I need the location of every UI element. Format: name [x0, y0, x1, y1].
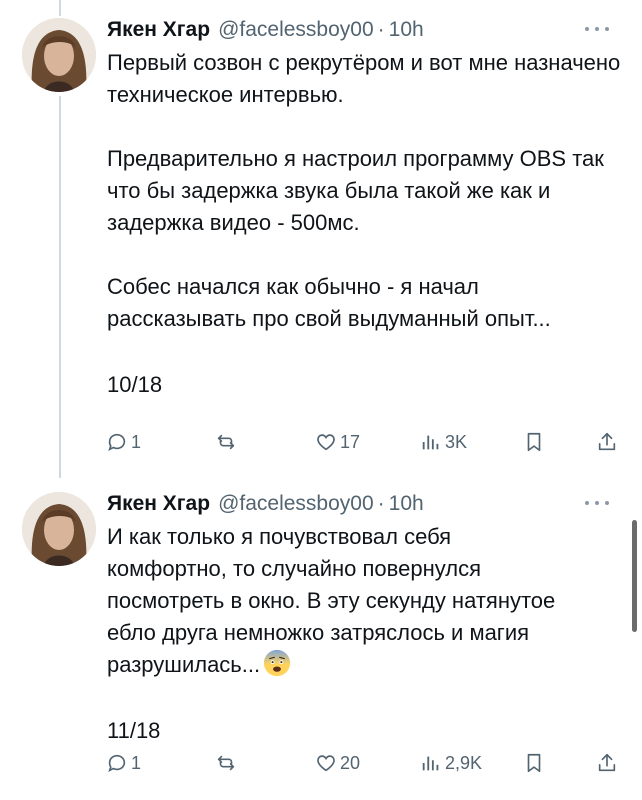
- thread-counter: 11/18: [107, 718, 161, 743]
- thread-counter: 10/18: [107, 372, 163, 397]
- fearful-face-emoji: [263, 649, 291, 677]
- share-icon: [598, 753, 616, 772]
- views-icon: [422, 435, 439, 450]
- like-count: 17: [340, 431, 361, 452]
- tweet-paragraph: Первый созвон с рекрутёром и вот мне наз…: [107, 50, 621, 107]
- timestamp[interactable]: 10h: [389, 492, 424, 516]
- tweet[interactable]: Якен Хгар @facelessboy00 · 10h И как тол…: [0, 478, 642, 800]
- action-bar: 1 20 2,9K: [0, 748, 642, 778]
- view-count: 3K: [445, 431, 468, 452]
- repost-button[interactable]: [214, 748, 241, 778]
- author-name[interactable]: Якен Хгар: [107, 18, 210, 42]
- separator-dot: ·: [377, 492, 385, 515]
- tweet-paragraph: Собес начался как обычно - я начал расск…: [107, 274, 551, 331]
- share-icon: [598, 432, 616, 451]
- tweet-text: Первый созвон с рекрутёром и вот мне наз…: [107, 47, 622, 335]
- views-button[interactable]: 2,9K: [420, 748, 482, 778]
- bookmark-button[interactable]: [524, 427, 544, 457]
- reply-count: 1: [131, 752, 142, 773]
- bookmark-icon: [527, 432, 541, 452]
- author-handle[interactable]: @facelessboy00: [218, 18, 374, 42]
- avatar[interactable]: [22, 18, 96, 92]
- tweet-paragraph: И как только я почувствовал себя комфорт…: [107, 524, 556, 677]
- action-bar: 1 17 3K: [0, 427, 642, 457]
- scrollbar[interactable]: [632, 520, 637, 632]
- views-button[interactable]: 3K: [420, 427, 467, 457]
- repost-icon: [217, 755, 235, 771]
- like-button[interactable]: 20: [315, 748, 360, 778]
- tweet[interactable]: Якен Хгар @facelessboy00 · 10h Первый со…: [0, 0, 642, 478]
- separator-dot: ·: [377, 18, 385, 41]
- like-button[interactable]: 17: [315, 427, 360, 457]
- repost-button[interactable]: [214, 427, 241, 457]
- author-handle[interactable]: @facelessboy00: [218, 492, 374, 516]
- like-icon: [317, 755, 335, 772]
- author-name[interactable]: Якен Хгар: [107, 492, 210, 516]
- tweet-paragraph: Предварительно я настроил программу OBS …: [107, 146, 604, 235]
- reply-button[interactable]: 1: [106, 748, 141, 778]
- repost-icon: [217, 434, 235, 450]
- views-icon: [422, 756, 439, 771]
- timestamp[interactable]: 10h: [389, 18, 424, 42]
- view-count: 2,9K: [445, 752, 483, 773]
- more-icon[interactable]: [582, 493, 612, 513]
- bookmark-icon: [527, 753, 541, 773]
- more-icon[interactable]: [582, 19, 612, 39]
- reply-icon: [108, 754, 126, 772]
- share-button[interactable]: [596, 427, 618, 457]
- like-icon: [317, 434, 335, 451]
- share-button[interactable]: [596, 748, 618, 778]
- tweet-text: И как только я почувствовал себя комфорт…: [107, 521, 577, 681]
- reply-icon: [108, 433, 126, 451]
- reply-button[interactable]: 1: [106, 427, 141, 457]
- like-count: 20: [340, 752, 361, 773]
- bookmark-button[interactable]: [524, 748, 544, 778]
- reply-count: 1: [131, 431, 142, 452]
- avatar[interactable]: [22, 492, 96, 566]
